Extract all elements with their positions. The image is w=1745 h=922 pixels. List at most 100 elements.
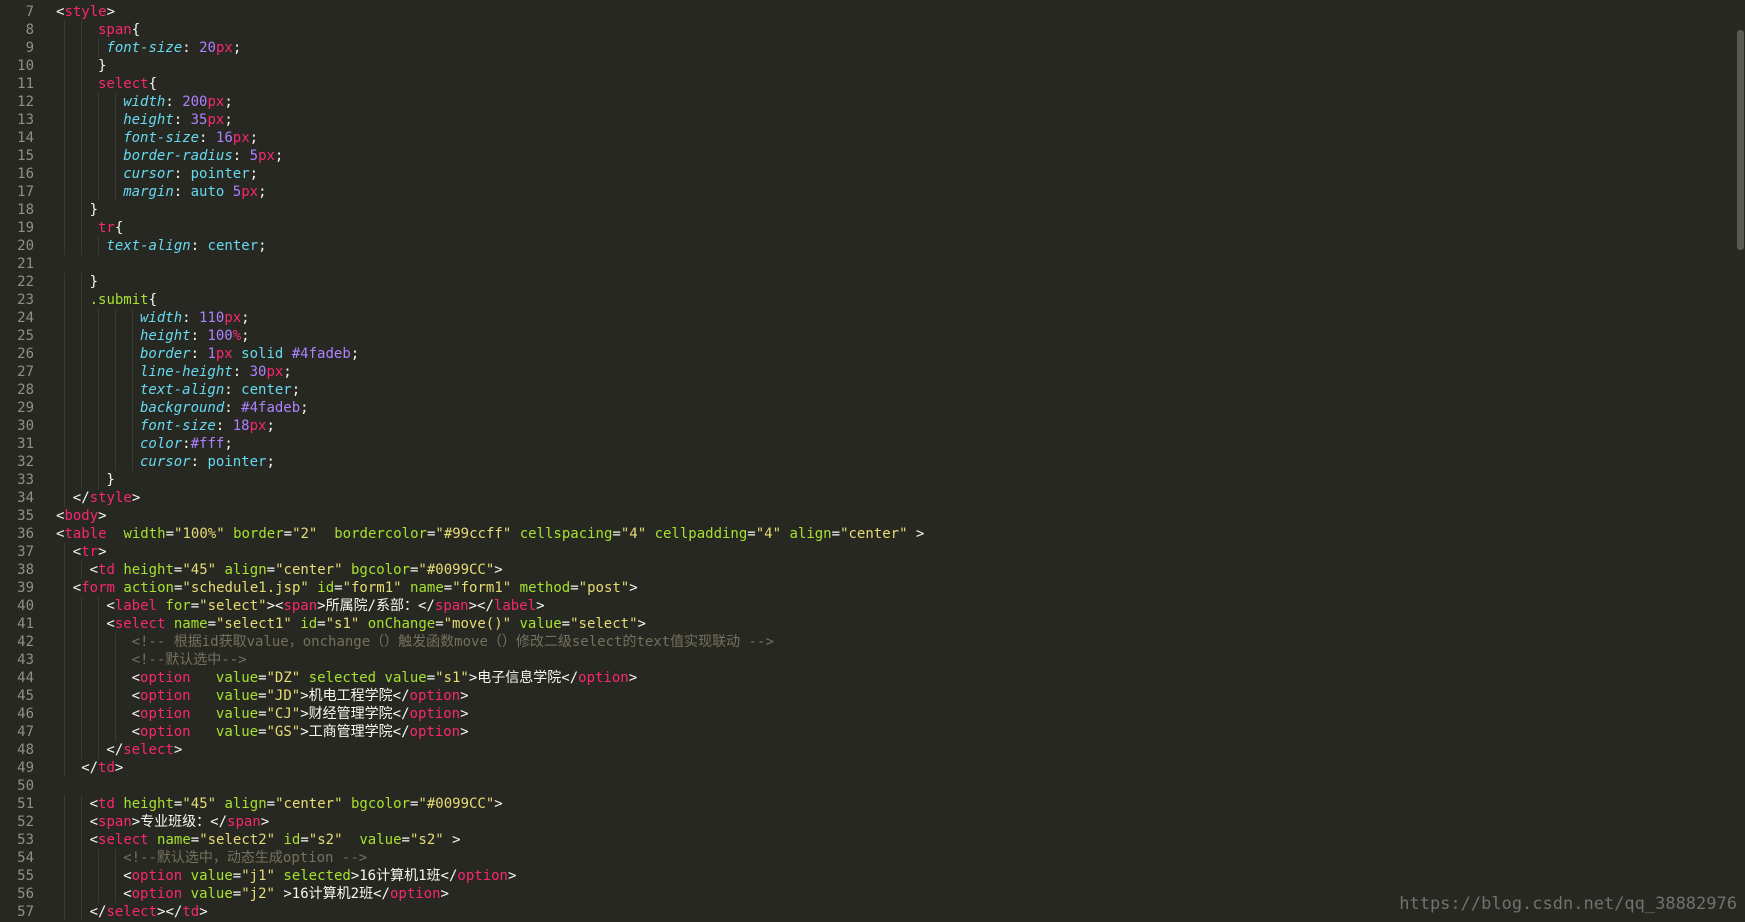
indent-guide bbox=[98, 399, 99, 417]
code-line[interactable]: 33} bbox=[0, 471, 1735, 489]
code-line[interactable]: 10} bbox=[0, 57, 1735, 75]
code-token: font-size bbox=[123, 130, 200, 146]
code-token: cursor bbox=[140, 454, 191, 470]
code-line[interactable]: 29 background: #4fadeb; bbox=[0, 399, 1735, 417]
vertical-scrollbar[interactable] bbox=[1735, 0, 1745, 922]
code-line[interactable]: 52 <span>专业班级：</span> bbox=[0, 813, 1735, 831]
code-line[interactable]: 55 <option value="j1" selected>16计算机1班</o… bbox=[0, 867, 1735, 885]
code-line[interactable]: 47 <option value="GS">工商管理学院</option> bbox=[0, 723, 1735, 741]
code-area[interactable]: 7 <style> 8 span{9 font-size: 20px; 10} 11 sele… bbox=[0, 3, 1735, 921]
indent-guide bbox=[64, 93, 66, 111]
code-line[interactable]: 11 select{ bbox=[0, 75, 1735, 93]
code-token: span bbox=[98, 22, 132, 38]
indent-guide bbox=[81, 57, 83, 75]
code-line[interactable]: 32 cursor: pointer; bbox=[0, 453, 1735, 471]
code-line[interactable]: 21 bbox=[0, 255, 1735, 273]
code-line[interactable]: 31 color:#fff; bbox=[0, 435, 1735, 453]
code-token: <!--默认选中--> bbox=[131, 652, 247, 668]
code-line[interactable]: 43 <!--默认选中--> bbox=[0, 651, 1735, 669]
code-line[interactable]: 51 <td height="45" align="center" bgcolor… bbox=[0, 795, 1735, 813]
code-line[interactable]: 24 width: 110px; bbox=[0, 309, 1735, 327]
code-line[interactable]: 41 <select name="select1" id="s1" onChang… bbox=[0, 615, 1735, 633]
code-token: 5 bbox=[249, 148, 259, 164]
code-token: px bbox=[224, 310, 242, 326]
code-token: > bbox=[199, 904, 208, 920]
code-line[interactable]: 15 border-radius: 5px; bbox=[0, 147, 1735, 165]
code-line[interactable]: 48 </select> bbox=[0, 741, 1735, 759]
code-token: < bbox=[123, 886, 132, 902]
code-token: option bbox=[140, 688, 191, 704]
code-token: >电子信息学院</ bbox=[468, 670, 579, 686]
code-token: pointer bbox=[207, 454, 267, 470]
code-line[interactable]: 25 height: 100%; bbox=[0, 327, 1735, 345]
code-line[interactable]: 38 <td height="45" align="center" bgcolor… bbox=[0, 561, 1735, 579]
code-line[interactable]: 46 <option value="CJ">财经管理学院</option> bbox=[0, 705, 1735, 723]
code-line-text: </style> bbox=[73, 489, 140, 507]
code-line[interactable]: 53 <select name="select2" id="s2" value="… bbox=[0, 831, 1735, 849]
code-line[interactable]: 9 font-size: 20px; bbox=[0, 39, 1735, 57]
code-token: = bbox=[258, 670, 267, 686]
code-token: td bbox=[98, 796, 115, 812]
code-line[interactable]: 35 <body> bbox=[0, 507, 1735, 525]
code-token: > bbox=[629, 580, 638, 596]
code-line[interactable]: 45 <option value="JD">机电工程学院</option> bbox=[0, 687, 1735, 705]
indent-guide bbox=[114, 183, 116, 201]
code-line[interactable]: 22} bbox=[0, 273, 1735, 291]
code-line[interactable]: 14 font-size: 16px; bbox=[0, 129, 1735, 147]
code-line[interactable]: 7 <style> bbox=[0, 3, 1735, 21]
indent-guide bbox=[98, 129, 99, 147]
code-token: : bbox=[190, 454, 208, 470]
line-number: 22 bbox=[17, 274, 34, 290]
code-token: > bbox=[907, 526, 925, 542]
code-line[interactable]: 20 text-align: center; bbox=[0, 237, 1735, 255]
indent-guide bbox=[81, 183, 83, 201]
code-line[interactable]: 26 border: 1px solid #4fadeb; bbox=[0, 345, 1735, 363]
code-line[interactable]: 18} bbox=[0, 201, 1735, 219]
line-number: 30 bbox=[17, 418, 34, 434]
indent-guide bbox=[64, 345, 66, 363]
code-line[interactable]: 16 cursor: pointer; bbox=[0, 165, 1735, 183]
indent-guide bbox=[81, 111, 83, 129]
code-line[interactable]: 39 <form action="schedule1.jsp" id="form1… bbox=[0, 579, 1735, 597]
code-line[interactable]: 27 line-height: 30px; bbox=[0, 363, 1735, 381]
code-line[interactable]: 54 <!--默认选中，动态生成option --> bbox=[0, 849, 1735, 867]
code-token: option bbox=[131, 868, 183, 884]
indent-guide bbox=[114, 165, 116, 183]
code-line[interactable]: 36 <table width="100%" border="2" borderc… bbox=[0, 525, 1735, 543]
scrollbar-thumb[interactable] bbox=[1737, 30, 1744, 250]
code-token: id bbox=[317, 580, 335, 596]
code-token: align bbox=[789, 526, 832, 542]
code-line[interactable]: 13 height: 35px; bbox=[0, 111, 1735, 129]
code-token: 35 bbox=[190, 112, 208, 128]
indent-guide bbox=[114, 849, 116, 867]
line-number: 17 bbox=[17, 184, 34, 200]
code-line[interactable]: 12 width: 200px; bbox=[0, 93, 1735, 111]
code-line[interactable]: 42 <!-- 根据id获取value，onchange（）触发函数move（）修… bbox=[0, 633, 1735, 651]
code-token: border bbox=[140, 346, 191, 362]
indent-guide bbox=[81, 435, 83, 453]
code-line[interactable]: 17 margin: auto 5px; bbox=[0, 183, 1735, 201]
code-line[interactable]: 8 span{ bbox=[0, 21, 1735, 39]
code-line[interactable]: 49 </td> bbox=[0, 759, 1735, 777]
code-token: width bbox=[123, 94, 166, 110]
code-token: > bbox=[440, 886, 449, 902]
indent-guide bbox=[114, 651, 116, 669]
code-line[interactable]: 40 <label for="select"><span>所属院/系部：</spa… bbox=[0, 597, 1735, 615]
code-line[interactable]: 34 </style> bbox=[0, 489, 1735, 507]
code-line-text: font-size: 16px; bbox=[123, 129, 258, 147]
code-line[interactable]: 50 bbox=[0, 777, 1735, 795]
code-line[interactable]: 28 text-align: center; bbox=[0, 381, 1735, 399]
code-line[interactable]: 30 font-size: 18px; bbox=[0, 417, 1735, 435]
code-line[interactable]: 37 <tr> bbox=[0, 543, 1735, 561]
indent-guide bbox=[81, 687, 83, 705]
code-line[interactable]: 23 .submit{ bbox=[0, 291, 1735, 309]
code-token: "45" bbox=[182, 562, 217, 578]
line-number: 7 bbox=[25, 4, 34, 20]
indent-guide bbox=[98, 453, 99, 471]
code-line[interactable]: 19 tr{ bbox=[0, 219, 1735, 237]
code-line[interactable]: 44 <option value="DZ" selected value="s1"… bbox=[0, 669, 1735, 687]
code-editor[interactable]: 7 <style> 8 span{9 font-size: 20px; 10} 11 sele… bbox=[0, 0, 1745, 922]
